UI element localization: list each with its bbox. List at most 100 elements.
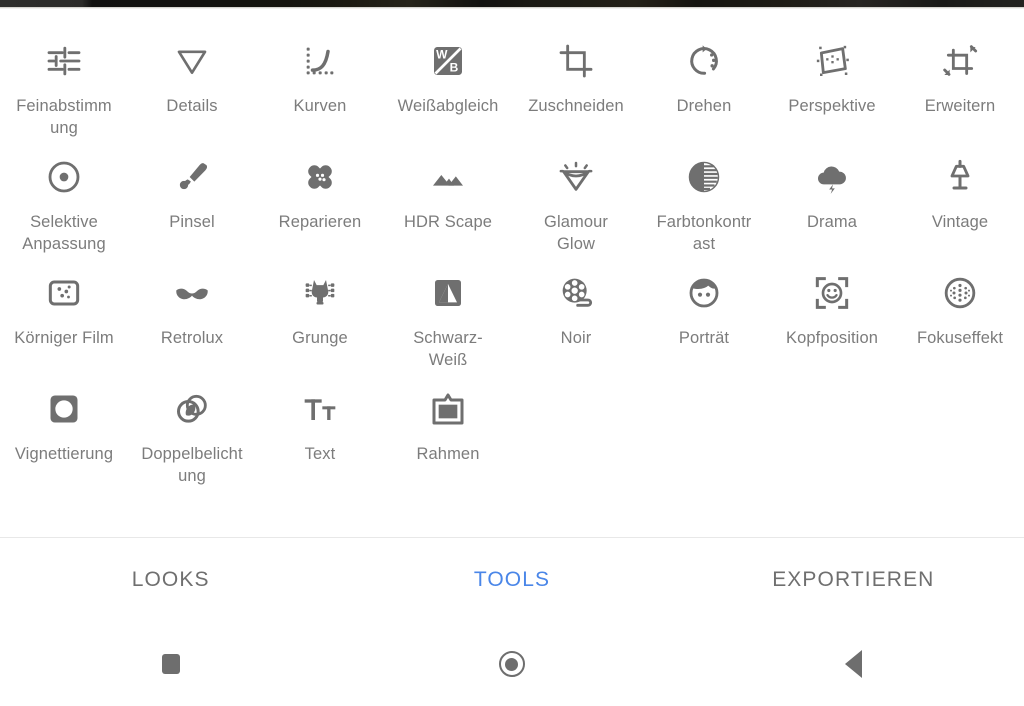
photo-preview-strip [0,0,1024,7]
tool-label: Pinsel [169,213,215,231]
portrait-face-icon [682,271,726,315]
tool-label: Kurven [293,97,347,115]
white-balance-icon: WB [426,39,470,83]
curves-icon [298,39,342,83]
grunge-guitar-icon [298,271,342,315]
tool-item[interactable]: Porträt [640,271,768,387]
tool-item[interactable]: Reparieren [256,155,384,271]
tool-label: Weißabgleich [397,97,499,115]
tool-item[interactable]: Drama [768,155,896,271]
expand-icon [938,39,982,83]
brush-icon [170,155,214,199]
tool-item[interactable]: Fokuseffekt [896,271,1024,387]
tool-item[interactable]: Perspektive [768,39,896,155]
tool-item[interactable]: Vintage [896,155,1024,271]
circle-icon [498,651,525,677]
vignette-icon [42,387,86,431]
tool-item[interactable]: W B Weißabgleich [384,39,512,155]
tool-label: Vignettierung [14,445,114,463]
tool-item[interactable]: HDR Scape [384,155,512,271]
tonal-contrast-icon [682,155,726,199]
tool-item[interactable]: Erweitern [896,39,1024,155]
tool-item[interactable]: Vignettierung [0,387,128,503]
tool-item[interactable]: Zuschneiden [512,39,640,155]
recents-button[interactable] [0,654,341,674]
tool-label: Glamour Glow [544,213,608,253]
tool-item[interactable]: Retrolux [128,271,256,387]
square-icon [161,654,180,674]
tool-item[interactable]: Farbtonkontrast [640,155,768,271]
back-triangle-icon [844,650,862,678]
tool-label: Retrolux [160,329,224,347]
double-exposure-icon [170,387,214,431]
bottom-tabbar: LOOKS TOOLS EXPORTIEREN [0,538,1024,622]
head-pose-icon [810,271,854,315]
svg-text:B: B [450,60,459,74]
snapseed-tools-screen: Feinabstimmung Details Kurven W B Weißabgleic… [0,0,1024,706]
grainy-film-icon [42,271,86,315]
tool-label: Doppelbelichtung [141,445,243,485]
svg-text:W: W [436,48,448,62]
tool-label: HDR Scape [403,213,493,231]
android-nav-bar [0,622,1024,706]
tab-tools[interactable]: TOOLS [341,568,682,592]
tool-label: Farbtonkontrast [656,213,752,253]
tool-label: Text [304,445,336,463]
back-button[interactable] [683,650,1024,678]
noir-reel-icon [554,271,598,315]
retrolux-moustache-icon [170,271,214,315]
text-icon [298,387,342,431]
tool-label: Erweitern [924,97,996,115]
tab-looks[interactable]: LOOKS [0,568,341,592]
tool-label: Porträt [678,329,730,347]
tool-item[interactable]: Selektive Anpassung [0,155,128,271]
tab-exportieren[interactable]: EXPORTIEREN [683,568,1024,592]
lens-blur-icon [938,271,982,315]
tool-label: Fokuseffekt [916,329,1004,347]
tool-item[interactable]: Glamour Glow [512,155,640,271]
hdr-mountains-icon [426,155,470,199]
tool-item[interactable]: Drehen [640,39,768,155]
tool-label: Drama [806,213,857,231]
tool-label: Rahmen [416,445,480,463]
healing-icon [298,155,342,199]
tool-label: Reparieren [278,213,362,231]
tool-item[interactable]: Feinabstimmung [0,39,128,155]
tool-label: Körniger Film [14,329,114,347]
tool-label: Feinabstimmung [16,97,112,137]
tool-label: Drehen [676,97,732,115]
tool-item[interactable]: Details [128,39,256,155]
tool-item[interactable]: Grunge [256,271,384,387]
selective-adjust-icon [42,155,86,199]
crop-icon [554,39,598,83]
tool-item[interactable]: Noir [512,271,640,387]
drama-cloud-icon [810,155,854,199]
tool-item[interactable]: Pinsel [128,155,256,271]
tool-item[interactable]: Schwarz-Weiß [384,271,512,387]
tool-label: Noir [560,329,592,347]
frame-icon [426,387,470,431]
glamour-diamond-icon [554,155,598,199]
tool-label: Details [166,97,218,115]
tool-label: Zuschneiden [528,97,624,115]
details-triangle-icon [170,39,214,83]
tool-label: Grunge [292,329,348,347]
black-white-icon [426,271,470,315]
rotate-icon [682,39,726,83]
tool-item[interactable]: Text [256,387,384,503]
tool-label: Vintage [931,213,989,231]
tool-label: Selektive Anpassung [22,213,106,253]
tool-label: Kopfposition [785,329,878,347]
tool-item[interactable]: Kopfposition [768,271,896,387]
tool-item[interactable]: Rahmen [384,387,512,503]
perspective-icon [810,39,854,83]
tool-label: Schwarz-Weiß [413,329,483,369]
vintage-lamp-icon [938,155,982,199]
home-button[interactable] [341,651,682,677]
tool-label: Perspektive [788,97,876,115]
tune-icon [42,39,86,83]
tool-item[interactable]: Kurven [256,39,384,155]
tools-grid: Feinabstimmung Details Kurven W B Weißabgleic… [0,9,1024,537]
tool-item[interactable]: Doppelbelichtung [128,387,256,503]
tool-item[interactable]: Körniger Film [0,271,128,387]
